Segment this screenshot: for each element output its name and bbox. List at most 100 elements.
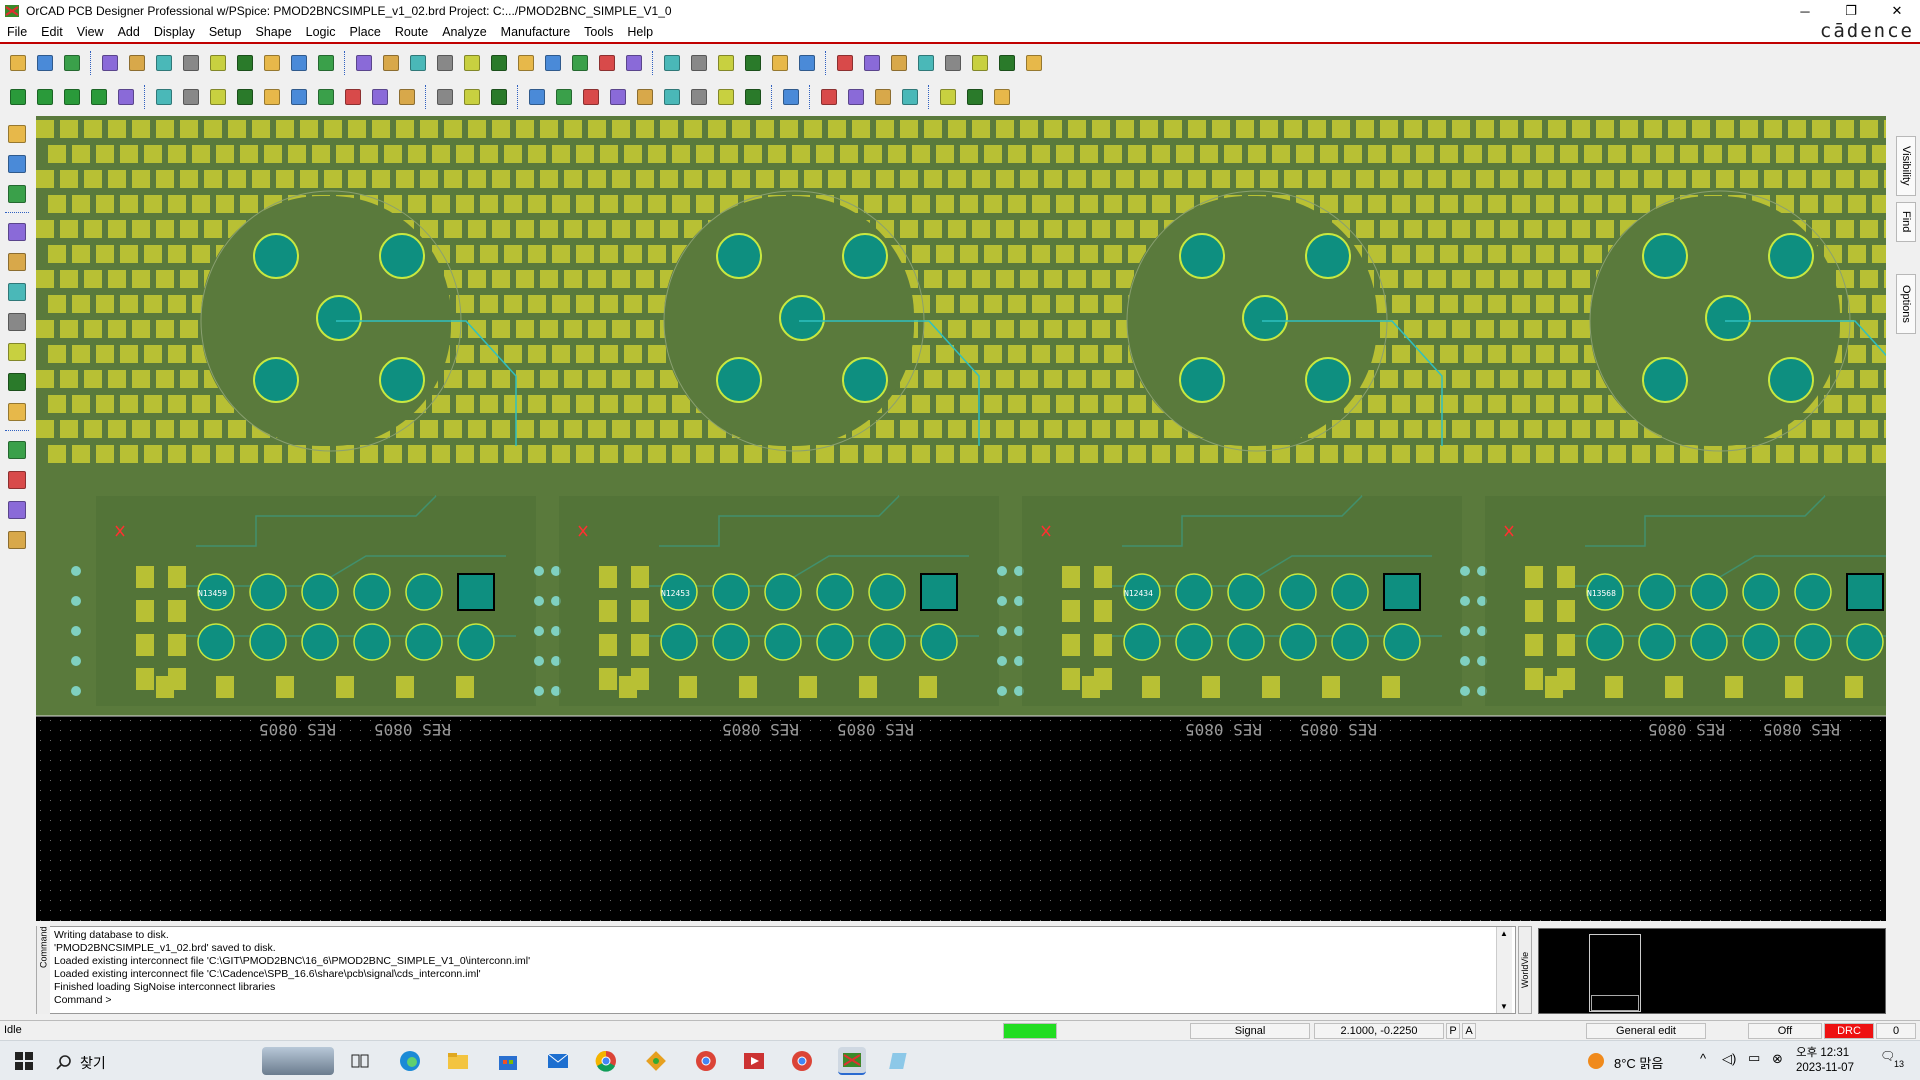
worldview-minimap[interactable] [1538, 928, 1886, 1014]
info-icon[interactable] [833, 51, 857, 75]
grid2-icon[interactable] [379, 51, 403, 75]
edit-text-icon[interactable] [5, 528, 29, 552]
matrix-icon[interactable] [741, 85, 765, 109]
via-icon[interactable] [5, 182, 29, 206]
shape-void-icon[interactable] [314, 85, 338, 109]
add-text-icon[interactable] [5, 498, 29, 522]
drc-mode[interactable]: Off [1748, 1023, 1822, 1039]
menu-display[interactable]: Display [147, 25, 202, 39]
spread-lines-icon[interactable] [5, 370, 29, 394]
dim-icon[interactable] [460, 85, 484, 109]
help-icon[interactable] [990, 85, 1014, 109]
dbdoctor-icon[interactable] [768, 51, 792, 75]
layer-green1-icon[interactable] [6, 85, 30, 109]
undo-icon[interactable] [179, 51, 203, 75]
move-icon[interactable] [98, 51, 122, 75]
absolute-toggle[interactable]: P [1446, 1023, 1460, 1039]
menu-file[interactable]: File [0, 25, 34, 39]
restore-button[interactable]: ❐ [1828, 0, 1874, 22]
media-player-icon[interactable] [740, 1047, 768, 1075]
git-icon[interactable] [642, 1047, 670, 1075]
zoom-out-icon[interactable] [487, 51, 511, 75]
zoom-in-icon[interactable] [433, 51, 457, 75]
open-icon[interactable] [33, 51, 57, 75]
snap-icon[interactable] [606, 85, 630, 109]
orcad-taskbar-icon[interactable] [838, 1047, 866, 1075]
swap-icon[interactable] [525, 85, 549, 109]
signal-icon[interactable] [779, 85, 803, 109]
drc-indicator[interactable]: DRC [1824, 1023, 1874, 1039]
notification-icon[interactable]: 🗨 [1880, 1049, 1895, 1063]
taskbar-search[interactable]: 찾기 [56, 1053, 106, 1073]
command-scrollbar[interactable]: ▲ ▼ [1496, 927, 1512, 1013]
menu-help[interactable]: Help [620, 25, 660, 39]
weather-text[interactable]: 8°C 맑음 [1614, 1053, 1663, 1072]
menu-view[interactable]: View [70, 25, 111, 39]
layer-green4-icon[interactable] [87, 85, 111, 109]
zoom-world-icon[interactable] [541, 51, 565, 75]
add-connect-icon[interactable] [5, 122, 29, 146]
task-view-icon[interactable] [346, 1047, 374, 1075]
sun2-icon[interactable] [968, 51, 992, 75]
dim2-icon[interactable] [487, 85, 511, 109]
minimize-button[interactable]: ─ [1782, 0, 1828, 22]
zoom-fit-icon[interactable] [406, 51, 430, 75]
layer-green3-icon[interactable] [60, 85, 84, 109]
custom-smooth-icon[interactable] [5, 340, 29, 364]
window-icon[interactable] [936, 85, 960, 109]
delete-icon[interactable] [152, 51, 176, 75]
mail-icon[interactable] [963, 85, 987, 109]
network-icon[interactable]: ▭ [1748, 1050, 1760, 1066]
fanout-icon[interactable] [5, 220, 29, 244]
menu-analyze[interactable]: Analyze [435, 25, 493, 39]
chrome-icon[interactable] [592, 1047, 620, 1075]
tab-options[interactable]: Options [1896, 274, 1916, 334]
menu-shape[interactable]: Shape [249, 25, 299, 39]
doc2-icon[interactable] [844, 85, 868, 109]
tab-find[interactable]: Find [1896, 202, 1916, 242]
menu-tools[interactable]: Tools [577, 25, 620, 39]
rocket-icon[interactable] [914, 51, 938, 75]
grid-place-icon[interactable] [687, 85, 711, 109]
ime-icon[interactable]: ⊗ [1772, 1051, 1783, 1067]
shape-circle-icon[interactable] [206, 85, 230, 109]
close-button[interactable]: ✕ [1874, 0, 1920, 22]
copy-icon[interactable] [125, 51, 149, 75]
grid-toggle-icon[interactable] [660, 51, 684, 75]
chrome-app-icon[interactable] [788, 1047, 816, 1075]
flag-icon[interactable] [660, 85, 684, 109]
chrome-profile-icon[interactable] [692, 1047, 720, 1075]
place-icon[interactable] [433, 85, 457, 109]
save-icon[interactable] [60, 51, 84, 75]
layer-gray-icon[interactable] [114, 85, 138, 109]
command-log[interactable]: Writing database to disk. 'PMOD2BNCSIMPLE… [54, 929, 1494, 1007]
stack-icon[interactable] [741, 51, 765, 75]
hourglass-icon[interactable] [995, 51, 1019, 75]
3d-icon[interactable] [595, 51, 619, 75]
report-icon[interactable] [860, 51, 884, 75]
zoom-in2-icon[interactable] [460, 51, 484, 75]
clock-time[interactable]: 오후 12:31 [1796, 1044, 1849, 1060]
tools-icon[interactable] [1022, 51, 1046, 75]
zoom-prev-icon[interactable] [514, 51, 538, 75]
tray-chevron-icon[interactable]: ^ [1700, 1051, 1706, 1066]
search-highlight-image[interactable] [262, 1047, 334, 1075]
shape-edit-icon[interactable] [260, 85, 284, 109]
menu-logic[interactable]: Logic [299, 25, 343, 39]
add-line-icon[interactable] [5, 438, 29, 462]
bus-icon[interactable] [5, 400, 29, 424]
menu-edit[interactable]: Edit [34, 25, 70, 39]
menu-add[interactable]: Add [111, 25, 147, 39]
store-icon[interactable] [494, 1047, 522, 1075]
refresh-icon[interactable] [287, 51, 311, 75]
tab-visibility[interactable]: Visibility [1896, 136, 1916, 196]
bom-icon[interactable] [633, 85, 657, 109]
color-icon[interactable] [687, 51, 711, 75]
pcb-design-canvas[interactable]: N13459 N12453 N12434 N13568 RES 0805 RES 0805… [36, 116, 1886, 921]
pin-icon[interactable] [314, 51, 338, 75]
notepad-icon[interactable] [886, 1047, 914, 1075]
redo-icon[interactable] [233, 51, 257, 75]
slide-icon[interactable] [5, 152, 29, 176]
ipc-icon[interactable] [622, 51, 646, 75]
redraw-icon[interactable] [568, 51, 592, 75]
